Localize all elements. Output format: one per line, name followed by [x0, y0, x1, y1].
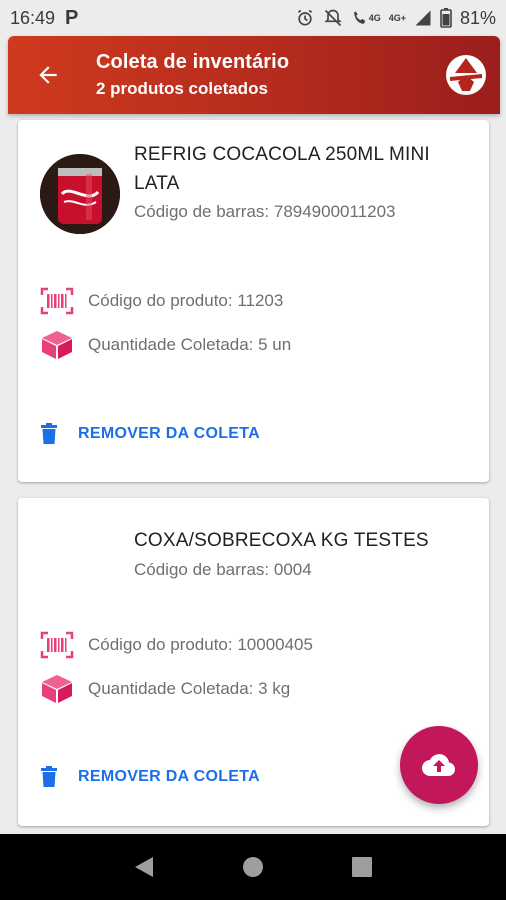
- box-icon: [42, 331, 72, 359]
- product-code: Código do produto: 11203: [88, 291, 284, 310]
- product-code-row: Código do produto: 11203: [40, 287, 283, 315]
- barcode-icon: [40, 631, 74, 659]
- barcode-icon: [40, 287, 74, 315]
- nav-recents-button[interactable]: [342, 847, 382, 887]
- status-bar: 16:49 P 4G 4G+ 81%: [0, 0, 506, 36]
- battery-percent: 81%: [459, 7, 496, 28]
- product-code-row: Código do produto: 10000405: [40, 631, 313, 659]
- product-name: COXA/SOBRECOXA KG TESTES: [134, 530, 429, 551]
- square-recents-icon: [351, 857, 372, 877]
- app-bar: Coleta de inventário 2 produtos coletado…: [8, 36, 500, 114]
- circle-home-icon: [242, 857, 263, 877]
- remove-label: REMOVER DA COLETA: [78, 768, 260, 785]
- arrow-back-icon: [39, 66, 57, 84]
- trash-icon: [41, 766, 57, 787]
- product-barcode: Código de barras: 7894900011203: [134, 202, 396, 221]
- signal-icon: [414, 9, 432, 27]
- product-barcode: Código de barras: 0004: [134, 560, 312, 579]
- brand-logo: [444, 53, 488, 97]
- nav-back-button[interactable]: [124, 847, 164, 887]
- back-button[interactable]: [18, 36, 78, 114]
- cloud-upload-icon: [422, 754, 455, 776]
- quantity-row: Quantidade Coletada: 5 un: [40, 330, 291, 360]
- product-thumbnail: [40, 154, 120, 234]
- alarm-icon: [295, 8, 315, 28]
- triangle-back-icon: [135, 857, 154, 877]
- product-card: REFRIG COCACOLA 250ML MINI LATA Código d…: [18, 120, 489, 482]
- nav-home-button[interactable]: [233, 847, 273, 887]
- remove-from-collection-button[interactable]: REMOVER DA COLETA: [40, 766, 260, 788]
- upload-fab-button[interactable]: [400, 726, 478, 804]
- page-title: Coleta de inventário: [96, 51, 290, 73]
- box-icon: [42, 675, 72, 703]
- product-name: REFRIG COCACOLA 250ML MINI LATA: [134, 144, 430, 194]
- p-notification-icon: P: [65, 6, 79, 29]
- network-small-label: 4G: [368, 12, 381, 23]
- product-code: Código do produto: 10000405: [88, 635, 313, 654]
- remove-label: REMOVER DA COLETA: [78, 425, 260, 442]
- clock: 16:49: [10, 7, 56, 28]
- trash-icon: [41, 423, 57, 444]
- collected-quantity: Quantidade Coletada: 3 kg: [88, 679, 291, 698]
- quantity-row: Quantidade Coletada: 3 kg: [40, 674, 290, 704]
- collected-quantity: Quantidade Coletada: 5 un: [88, 335, 292, 354]
- remove-from-collection-button[interactable]: REMOVER DA COLETA: [40, 423, 260, 445]
- page-subtitle: 2 produtos coletados: [96, 79, 268, 98]
- battery-icon: [440, 8, 452, 28]
- network-type-label: 4G+: [388, 12, 406, 23]
- wifi-call-icon: 4G: [351, 9, 381, 27]
- notifications-off-icon: [323, 8, 343, 28]
- system-navigation-bar: [0, 834, 506, 900]
